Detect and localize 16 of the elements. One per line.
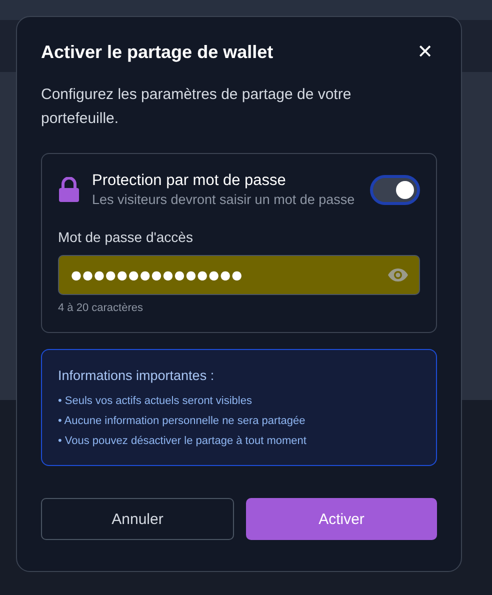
protection-subtitle: Les visiteurs devront saisir un mot de passe: [92, 192, 356, 207]
password-hint: 4 à 20 caractères: [58, 302, 144, 314]
cancel-button[interactable]: Annuler: [41, 498, 234, 540]
dialog-description: Configurez les paramètres de partage de votre portefeuille.: [41, 85, 352, 129]
lock-icon: [58, 176, 80, 202]
info-title: Informations importantes :: [58, 368, 216, 383]
info-item: • Seuls vos actifs actuels seront visibles: [58, 394, 253, 409]
protection-toggle[interactable]: [370, 174, 420, 204]
activate-button[interactable]: Activer: [246, 498, 437, 540]
password-label: Mot de passe d'accès: [58, 229, 194, 245]
dialog-title: Activer le partage de wallet: [41, 42, 274, 62]
protection-title: Protection par mot de passe: [92, 172, 287, 190]
password-field[interactable]: ●●●●●●●●●●●●●●●: [58, 255, 420, 295]
info-item: • Aucune information personnelle ne sera partagée: [58, 414, 306, 429]
close-button[interactable]: ✕: [413, 41, 437, 63]
info-item: • Vous pouvez désactiver le partage à tout moment: [58, 434, 308, 449]
